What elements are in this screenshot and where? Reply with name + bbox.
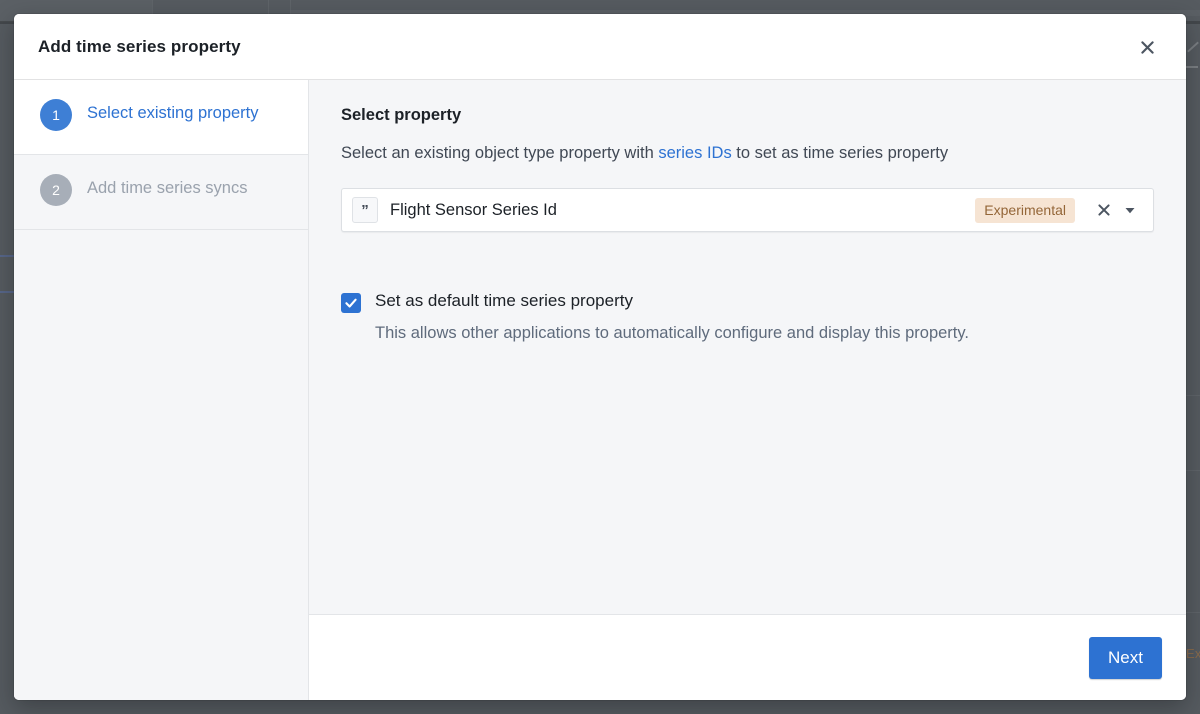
section-title: Select property [341, 106, 462, 124]
chevron-down-icon [1125, 208, 1135, 214]
dialog-title: Add time series property [38, 37, 241, 56]
section-description: Select an existing object type property … [341, 143, 1154, 164]
bg-row-rule-2 [1186, 470, 1200, 471]
set-as-default-checkbox[interactable] [341, 293, 361, 314]
content-panel: Select property Select an existing objec… [309, 80, 1186, 614]
bg-chevron-icon-lower [1186, 66, 1198, 68]
step-number-badge-2: 2 [40, 174, 72, 206]
bg-row-rule-1 [1186, 395, 1200, 396]
series-ids-link[interactable]: series IDs [658, 144, 731, 162]
checkbox-texts: Set as default time series property This… [375, 290, 969, 344]
close-icon [1098, 204, 1110, 217]
sidebar-item-select-existing-property[interactable]: 1 Select existing property [14, 80, 308, 155]
step-sidebar-filler [14, 230, 308, 700]
set-as-default-checkbox-label[interactable]: Set as default time series property [375, 290, 969, 311]
section-description-prefix: Select an existing object type property … [341, 144, 659, 162]
bg-row-rule-3 [1186, 612, 1200, 613]
bg-experimental-badge-ghost: Experimental [1186, 646, 1200, 661]
dialog-body: 1 Select existing property 2 Add time se… [14, 80, 1186, 700]
step-number-badge-1: 1 [40, 99, 72, 131]
section-description-suffix: to set as time series property [731, 144, 949, 162]
string-type-icon: ” [352, 197, 378, 224]
bg-selection-line-top [0, 255, 14, 257]
content-column: Select property Select an existing objec… [309, 80, 1186, 700]
next-button[interactable]: Next [1089, 636, 1162, 679]
step-label-1: Select existing property [87, 104, 259, 122]
add-time-series-property-dialog: Add time series property 1 Select existi… [14, 14, 1186, 700]
set-as-default-help-text: This allows other applications to automa… [375, 323, 969, 342]
close-button[interactable] [1132, 32, 1162, 62]
dialog-header: Add time series property [14, 14, 1186, 80]
check-icon [345, 299, 357, 308]
bg-chevron-icon-upper [1187, 41, 1199, 53]
dialog-footer: Next [309, 614, 1186, 700]
close-icon [1140, 40, 1154, 54]
sidebar-item-add-time-series-syncs[interactable]: 2 Add time series syncs [14, 155, 308, 230]
property-select-value: Flight Sensor Series Id [390, 200, 557, 219]
step-sidebar: 1 Select existing property 2 Add time se… [14, 80, 309, 700]
clear-selection-button[interactable] [1091, 197, 1117, 223]
bg-selection-line-bottom [0, 291, 14, 293]
default-property-checkbox-row: Set as default time series property This… [341, 290, 1154, 344]
property-select[interactable]: ” Flight Sensor Series Id Experimental [341, 188, 1154, 233]
experimental-tag: Experimental [975, 197, 1075, 223]
step-label-2: Add time series syncs [87, 179, 248, 197]
dropdown-toggle-button[interactable] [1117, 197, 1143, 223]
screen: Experimental Add time series property 1 … [0, 0, 1200, 714]
